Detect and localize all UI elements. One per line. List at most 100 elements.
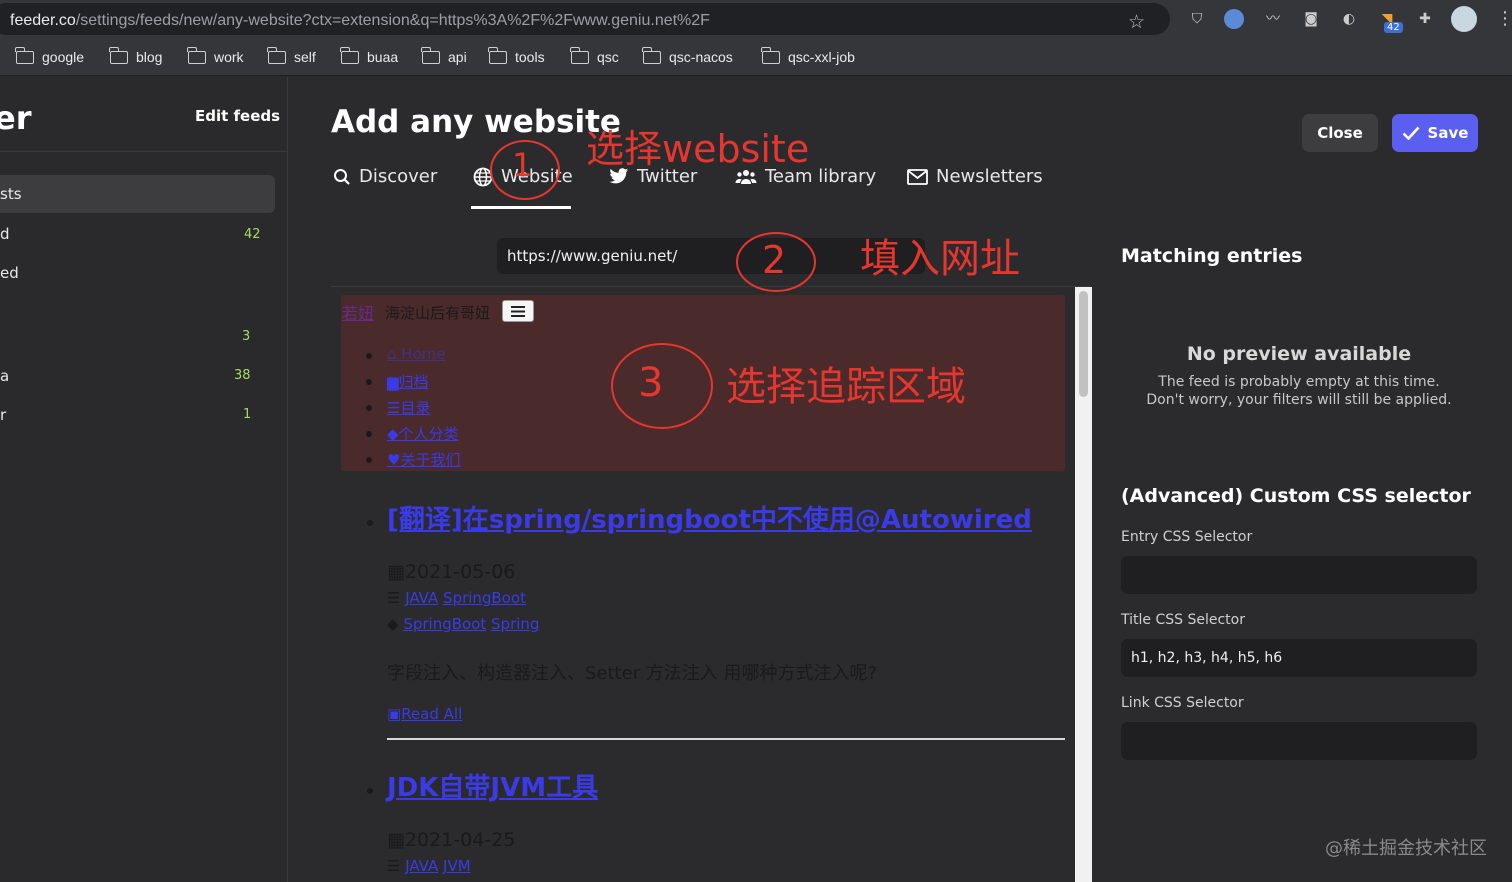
annotation-text-3: 选择追踪区域 (726, 364, 966, 410)
post-categories: ☰ JAVA SpringBoot (387, 589, 526, 607)
tab-label: Discover (359, 166, 438, 187)
nav-link-toc[interactable]: ☰目录 (387, 397, 430, 418)
read-all-link[interactable]: ▣Read All (387, 705, 462, 723)
save-button[interactable]: Save (1392, 114, 1478, 152)
sidebar-count-1: 42 (244, 227, 261, 242)
post-title-link[interactable]: JDK自带JVM工具 (387, 767, 598, 804)
category-link[interactable]: JVM (443, 857, 471, 875)
annotation-number-2: 2 (762, 238, 787, 282)
archive-icon: ▆ (387, 373, 399, 391)
folder-icon (421, 46, 440, 64)
nav-bullet (366, 379, 372, 385)
watermark: @稀土掘金技术社区 (1325, 838, 1487, 859)
no-preview-line1: The feed is probably empty at this time. (1158, 374, 1440, 390)
nav-bullet (366, 431, 372, 437)
bookmark-api[interactable]: api (421, 46, 467, 65)
post-categories: ☰ JAVA JVM (387, 857, 471, 875)
sidebar: er Edit feeds sts d 42 ed 3 a 38 r 1 (0, 77, 288, 882)
circle-extension-icon[interactable] (1224, 9, 1244, 29)
sidebar-item-5[interactable]: r (0, 406, 6, 424)
browser-menu-icon[interactable]: ⋮ (1496, 8, 1512, 29)
calendar-icon: ▦ (387, 561, 405, 583)
sidebar-item-2[interactable]: ed (0, 264, 19, 282)
bookmark-tools[interactable]: tools (488, 46, 545, 65)
bookmark-google[interactable]: google (15, 46, 84, 65)
entry-selector-input[interactable] (1121, 556, 1477, 594)
camera-extension-icon[interactable]: ◙ (1300, 8, 1322, 30)
no-preview-line2: Don't worry, your filters will still be … (1146, 392, 1452, 408)
tab-discover[interactable]: Discover (333, 166, 437, 187)
puzzle-extensions-icon[interactable]: ✚ (1414, 8, 1436, 30)
annotation-number-3: 3 (638, 360, 664, 406)
search-icon (334, 168, 350, 185)
folder-icon (761, 46, 780, 64)
category-link[interactable]: SpringBoot (443, 589, 526, 607)
entry-selector-label: Entry CSS Selector (1121, 529, 1253, 545)
scrollbar-thumb[interactable] (1079, 291, 1088, 397)
nav-bullet (366, 353, 372, 359)
sidebar-active-highlight (0, 175, 275, 213)
post-excerpt: 字段注入、构造器注入、Setter 方法注入 用哪种方式注入呢? (387, 663, 878, 684)
tags-icon: ◆ (387, 615, 404, 633)
hamburger-menu-icon[interactable] (502, 300, 534, 322)
tab-newsletters[interactable]: Newsletters (907, 166, 1043, 187)
moon-extension-icon[interactable]: ◐ (1338, 8, 1360, 30)
bookmark-self[interactable]: self (267, 46, 316, 65)
sidebar-count-5: 1 (243, 407, 252, 422)
annotation-text-1: 选择website (586, 127, 810, 171)
bookmark-buaa[interactable]: buaa (340, 46, 398, 65)
sidebar-item-1[interactable]: d (0, 225, 10, 243)
calendar-icon: ▦ (387, 829, 405, 851)
post-title-link[interactable]: [翻译]在spring/springboot中不使用@Autowired (387, 499, 1032, 536)
post-tags: ◆ SpringBoot Spring (387, 615, 539, 633)
browser-toolbar: feeder.co/settings/feeds/new/any-website… (0, 0, 1512, 40)
link-selector-input[interactable] (1121, 722, 1477, 760)
title-selector-label: Title CSS Selector (1121, 612, 1245, 628)
folder-icon (187, 46, 206, 64)
bookmark-work[interactable]: work (187, 46, 244, 65)
site-logo[interactable]: 若妞 (342, 300, 374, 324)
bookmark-star-icon[interactable]: ☆ (1128, 11, 1145, 33)
site-name: 海淀山后有哥妞 (385, 304, 491, 322)
sidebar-item-4[interactable]: a (0, 367, 9, 385)
brand-logo: er (0, 99, 32, 137)
tag-link[interactable]: SpringBoot (403, 615, 486, 633)
annotation-number-1: 1 (512, 146, 533, 184)
bookmark-qsc[interactable]: qsc (570, 46, 619, 65)
close-button[interactable]: Close (1302, 114, 1378, 152)
address-bar[interactable]: feeder.co/settings/feeds/new/any-website… (0, 3, 1170, 35)
active-tab-indicator (471, 206, 571, 209)
link-selector-label: Link CSS Selector (1121, 695, 1244, 711)
page-title: Add any website (331, 104, 621, 140)
tag-icon: ◆ (387, 425, 399, 443)
category-link[interactable]: JAVA (405, 589, 438, 607)
sidebar-item-0[interactable]: sts (0, 185, 22, 203)
post-bullet (367, 788, 373, 794)
folder-icon (267, 46, 286, 64)
advanced-css-heading: (Advanced) Custom CSS selector (1121, 485, 1471, 507)
bookmarks-bar: google blog work self buaa api tools qsc… (0, 40, 1512, 76)
graph-extension-icon[interactable]: 〰 (1262, 8, 1284, 30)
category-link[interactable]: JAVA (405, 857, 438, 875)
list-icon: ☰ (387, 857, 406, 875)
folder-icon (15, 46, 34, 64)
folder-icon (109, 46, 128, 64)
edit-feeds-button[interactable]: Edit feeds (195, 107, 280, 125)
profile-avatar[interactable] (1451, 6, 1477, 32)
bookmark-qsc-nacos[interactable]: qsc-nacos (642, 46, 733, 65)
nav-link-categories[interactable]: ◆个人分类 (387, 423, 459, 444)
shield-extension-icon[interactable]: ⛉ (1186, 8, 1208, 30)
nav-link-about[interactable]: ♥关于我们 (387, 449, 460, 470)
post-separator (387, 738, 1065, 740)
folder-icon (570, 46, 589, 64)
rss-badge: 42 (1384, 22, 1403, 33)
tag-link[interactable]: Spring (491, 615, 539, 633)
no-preview-title: No preview available (1186, 343, 1412, 365)
nav-link-archive[interactable]: ▆归档 (387, 371, 429, 392)
bookmark-blog[interactable]: blog (109, 46, 162, 65)
title-selector-input[interactable] (1121, 639, 1477, 677)
nav-link-home[interactable]: ⌂ Home (387, 345, 446, 363)
bookmark-qsc-xxl-job[interactable]: qsc-xxl-job (761, 46, 855, 65)
checkmark-icon (1402, 126, 1420, 140)
list-icon: ☰ (387, 399, 401, 417)
